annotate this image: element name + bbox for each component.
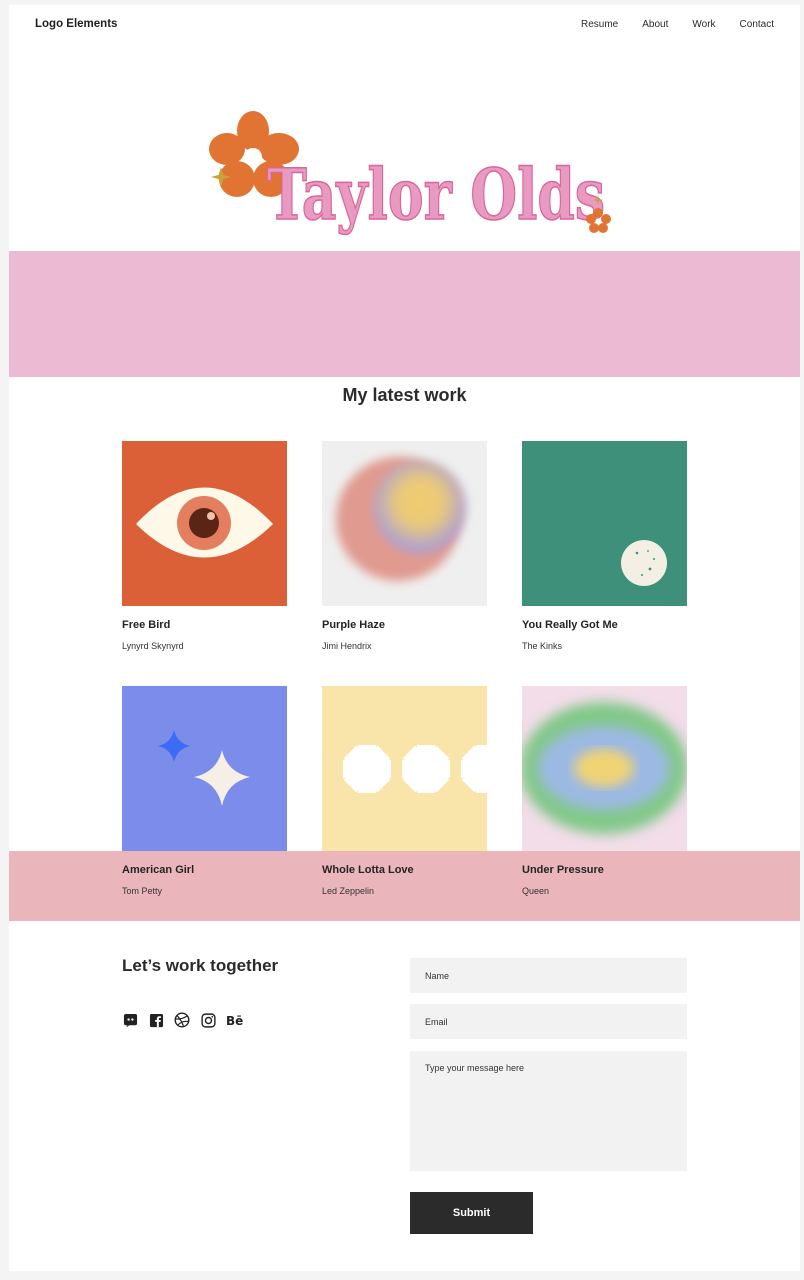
eye-artwork — [122, 441, 287, 606]
main-nav: Resume About Work Contact — [557, 19, 774, 30]
nav-contact[interactable]: Contact — [740, 19, 774, 30]
work-title: Whole Lotta Love — [322, 864, 414, 876]
work-artist: Jimi Hendrix — [322, 641, 372, 651]
dribbble-icon[interactable] — [174, 1012, 190, 1028]
submit-button[interactable]: Submit — [410, 1192, 533, 1234]
svg-text:Bē: Bē — [226, 1014, 243, 1027]
daisies-artwork — [322, 686, 487, 851]
nav-about[interactable]: About — [642, 19, 668, 30]
work-title: Under Pressure — [522, 864, 604, 876]
work-title: American Girl — [122, 864, 195, 876]
moon-artwork — [522, 441, 687, 606]
work-artist: Queen — [522, 886, 550, 896]
work-artist: Tom Petty — [122, 886, 163, 896]
work-card[interactable]: Free Bird Lynyrd Skynyrd — [122, 441, 287, 651]
instagram-icon[interactable] — [200, 1012, 216, 1028]
section-title: My latest work — [342, 385, 467, 405]
work-card[interactable]: Purple Haze Jimi Hendrix — [322, 441, 487, 651]
work-artist: Led Zeppelin — [322, 886, 375, 896]
hero-wordmark: Taylor Olds — [267, 153, 605, 236]
pressure-artwork — [522, 686, 687, 851]
work-title: You Really Got Me — [522, 619, 618, 631]
name-field[interactable] — [410, 958, 687, 993]
discord-icon[interactable] — [122, 1012, 138, 1028]
work-card[interactable]: You Really Got Me The Kinks — [522, 441, 687, 651]
work-card[interactable]: Whole Lotta Love Led Zeppelin — [322, 686, 487, 896]
work-title: Purple Haze — [322, 619, 385, 631]
contact-title: Let’s work together — [122, 956, 279, 975]
haze-artwork — [322, 441, 487, 606]
message-field[interactable] — [410, 1051, 687, 1171]
work-card[interactable]: Under Pressure Queen — [522, 686, 687, 896]
site-logo-text[interactable]: Logo Elements — [35, 18, 117, 30]
hero-band — [9, 251, 800, 377]
work-artist: Lynyrd Skynyrd — [122, 641, 184, 651]
work-artist: The Kinks — [522, 641, 563, 651]
page: Logo Elements Resume About Work Contact … — [9, 5, 800, 1271]
hero-logo: Taylor Olds — [209, 111, 611, 237]
email-field[interactable] — [410, 1004, 687, 1039]
work-title: Free Bird — [122, 619, 171, 631]
nav-resume[interactable]: Resume — [581, 19, 618, 30]
behance-icon[interactable]: Bē — [226, 1012, 244, 1028]
nav-work[interactable]: Work — [692, 19, 715, 30]
facebook-icon[interactable] — [148, 1012, 164, 1028]
social-links: Bē — [122, 1012, 244, 1028]
work-card[interactable]: American Girl Tom Petty — [122, 686, 287, 896]
stars-artwork — [122, 686, 287, 851]
